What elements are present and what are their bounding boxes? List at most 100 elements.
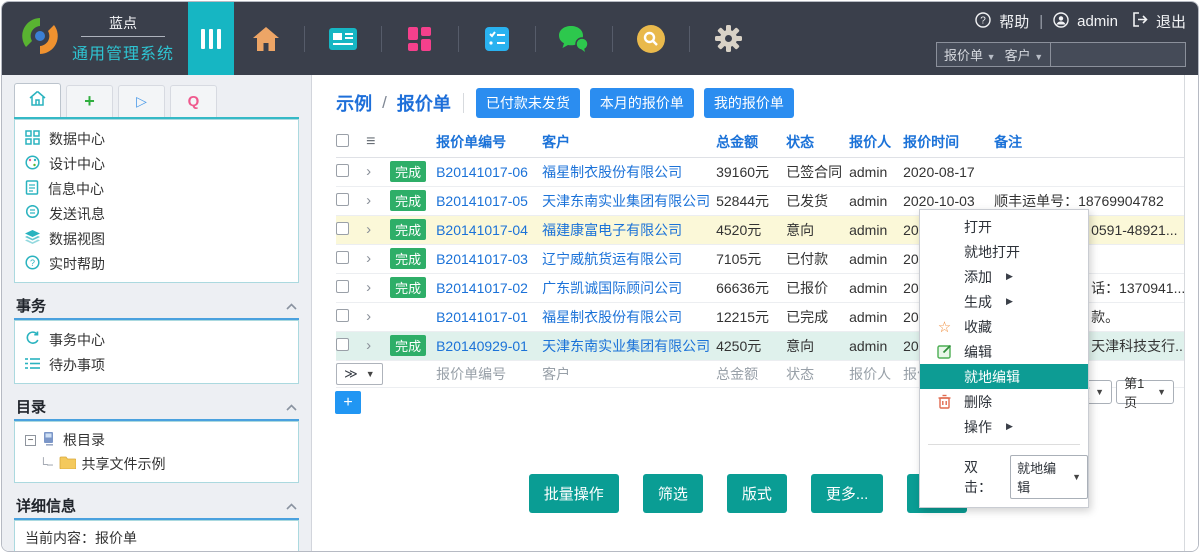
row-checkbox[interactable] bbox=[336, 222, 349, 235]
tree-node-root[interactable]: − 根目录 bbox=[25, 428, 288, 452]
checklist-icon[interactable] bbox=[465, 27, 529, 51]
row-checkbox[interactable] bbox=[336, 309, 349, 322]
username[interactable]: admin bbox=[1077, 13, 1118, 30]
context-menu-item-0[interactable]: 打开 bbox=[920, 214, 1088, 239]
sidebar-quick-item-4[interactable]: 数据视图 bbox=[25, 226, 288, 251]
action-button-2[interactable]: 版式 bbox=[727, 474, 787, 513]
quick-filter-button-0[interactable]: 已付款未发货 bbox=[476, 88, 580, 118]
row-expand-icon[interactable]: › bbox=[366, 308, 371, 325]
search-scope-dropdown-2[interactable]: 客户 ▼ bbox=[1003, 45, 1051, 64]
context-menu-item-5[interactable]: 编辑 bbox=[920, 339, 1088, 364]
collapse-icon[interactable] bbox=[286, 497, 297, 514]
quote-code-link[interactable]: B20141017-05 bbox=[436, 193, 528, 209]
logout-icon[interactable] bbox=[1132, 12, 1148, 31]
quote-code-link[interactable]: B20140929-01 bbox=[436, 338, 528, 354]
context-menu-item-8[interactable]: 操作▶ bbox=[920, 414, 1088, 439]
row-expand-icon[interactable]: › bbox=[366, 192, 371, 209]
nav-divider bbox=[304, 26, 305, 52]
sidebar-quick-item-3[interactable]: 发送讯息 bbox=[25, 201, 288, 226]
row-checkbox[interactable] bbox=[336, 338, 349, 351]
card-icon[interactable] bbox=[311, 28, 375, 50]
sidebar-quick-item-1[interactable]: 设计中心 bbox=[25, 151, 288, 176]
context-menu-item-2[interactable]: 添加▶ bbox=[920, 264, 1088, 289]
sidebar-quick-item-0[interactable]: 数据中心 bbox=[25, 126, 288, 151]
customer-link[interactable]: 天津东南实业集团有限公司 bbox=[542, 193, 710, 209]
row-expand-icon[interactable]: › bbox=[366, 250, 371, 267]
column-header[interactable]: 客户 bbox=[542, 127, 716, 157]
tree-collapse-icon[interactable]: − bbox=[25, 435, 36, 446]
sidebar-transaction-item-0[interactable]: 事务中心 bbox=[25, 327, 288, 352]
home-icon[interactable] bbox=[234, 25, 298, 53]
table-row[interactable]: ›完成B20141017-06福星制衣股份有限公司39160元已签合同admin… bbox=[336, 157, 1184, 186]
dblclick-action-dropdown[interactable]: 就地编辑 ▼ bbox=[1010, 455, 1088, 499]
row-expand-icon[interactable]: › bbox=[366, 337, 371, 354]
select-all-checkbox[interactable] bbox=[336, 134, 349, 147]
context-menu-item-3[interactable]: 生成▶ bbox=[920, 289, 1088, 314]
quick-item-label: 数据中心 bbox=[49, 129, 105, 149]
tab-home[interactable] bbox=[14, 83, 61, 117]
sidebar-quick-item-2[interactable]: 信息中心 bbox=[25, 176, 288, 201]
customer-link[interactable]: 福建康富电子有限公司 bbox=[542, 222, 682, 238]
customer-link[interactable]: 辽宁威航货运有限公司 bbox=[542, 251, 682, 267]
action-button-0[interactable]: 批量操作 bbox=[529, 474, 619, 513]
menu-icon[interactable] bbox=[188, 2, 234, 75]
quick-filter-button-1[interactable]: 本月的报价单 bbox=[590, 88, 694, 118]
amount-cell: 12215元 bbox=[716, 302, 786, 331]
search-circle-icon[interactable] bbox=[619, 25, 683, 53]
breadcrumb-parent[interactable]: 示例 bbox=[336, 90, 372, 116]
column-header[interactable]: 状态 bbox=[786, 127, 849, 157]
customer-link[interactable]: 福星制衣股份有限公司 bbox=[542, 164, 682, 180]
row-expand-icon[interactable]: › bbox=[366, 221, 371, 238]
column-header[interactable]: 备注 bbox=[994, 127, 1184, 157]
footer-expander-dropdown[interactable]: ≫▼ bbox=[336, 363, 383, 385]
quick-item-label: 信息中心 bbox=[48, 179, 104, 199]
help-icon[interactable]: ? bbox=[975, 12, 991, 32]
logout-link[interactable]: 退出 bbox=[1156, 11, 1186, 32]
quick-filter-button-2[interactable]: 我的报价单 bbox=[704, 88, 794, 118]
search-input[interactable] bbox=[1051, 47, 1199, 62]
tab-add[interactable]: + bbox=[66, 85, 113, 117]
quote-code-link[interactable]: B20141017-03 bbox=[436, 251, 528, 267]
status-badge: 完成 bbox=[390, 161, 426, 182]
context-menu-item-4[interactable]: ☆收藏 bbox=[920, 314, 1088, 339]
footer-column-label: 状态 bbox=[786, 361, 849, 388]
quote-code-link[interactable]: B20141017-01 bbox=[436, 309, 528, 325]
sidebar-transaction-item-1[interactable]: 待办事项 bbox=[25, 352, 288, 377]
help-link[interactable]: 帮助 bbox=[999, 11, 1029, 32]
collapse-icon[interactable] bbox=[286, 398, 297, 415]
quote-code-link[interactable]: B20141017-06 bbox=[436, 164, 528, 180]
dblclick-label: 双击： bbox=[964, 457, 1004, 497]
customer-link[interactable]: 天津东南实业集团有限公司 bbox=[542, 338, 710, 354]
collapse-icon[interactable] bbox=[286, 297, 297, 314]
action-button-3[interactable]: 更多... bbox=[811, 474, 884, 513]
context-menu-item-1[interactable]: 就地打开 bbox=[920, 239, 1088, 264]
context-menu-item-6[interactable]: 就地编辑 bbox=[920, 364, 1088, 389]
column-header[interactable]: 总金额 bbox=[716, 127, 786, 157]
tab-run[interactable]: ▷ bbox=[118, 85, 165, 117]
tree-node-shared-folder[interactable]: └-- 共享文件示例 bbox=[25, 452, 288, 476]
row-checkbox[interactable] bbox=[336, 193, 349, 206]
column-header[interactable]: 报价人 bbox=[849, 127, 903, 157]
chat-icon[interactable] bbox=[542, 26, 606, 52]
row-expand-icon[interactable]: › bbox=[366, 279, 371, 296]
column-header[interactable]: 报价时间 bbox=[903, 127, 994, 157]
customer-link[interactable]: 福星制衣股份有限公司 bbox=[542, 309, 682, 325]
row-checkbox[interactable] bbox=[336, 251, 349, 264]
quote-code-link[interactable]: B20141017-04 bbox=[436, 222, 528, 238]
page-number-dropdown[interactable]: 第1页▼ bbox=[1116, 380, 1174, 404]
row-expand-icon[interactable]: › bbox=[366, 163, 371, 180]
add-record-button[interactable]: + bbox=[335, 391, 361, 414]
row-checkbox[interactable] bbox=[336, 164, 349, 177]
customer-link[interactable]: 广东凯诚国际顾问公司 bbox=[542, 280, 682, 296]
row-checkbox[interactable] bbox=[336, 280, 349, 293]
sidebar-quick-item-5[interactable]: ?实时帮助 bbox=[25, 251, 288, 276]
grid-icon[interactable] bbox=[388, 27, 452, 51]
quote-code-link[interactable]: B20141017-02 bbox=[436, 280, 528, 296]
gear-icon[interactable] bbox=[696, 25, 760, 52]
context-menu-item-7[interactable]: 删除 bbox=[920, 389, 1088, 414]
column-config-icon[interactable]: ≡ bbox=[366, 133, 375, 150]
tab-search[interactable]: Q bbox=[170, 85, 217, 117]
column-header[interactable]: 报价单编号 bbox=[436, 127, 542, 157]
action-button-1[interactable]: 筛选 bbox=[643, 474, 703, 513]
search-scope-dropdown-1[interactable]: 报价单 ▼ bbox=[937, 45, 1003, 64]
